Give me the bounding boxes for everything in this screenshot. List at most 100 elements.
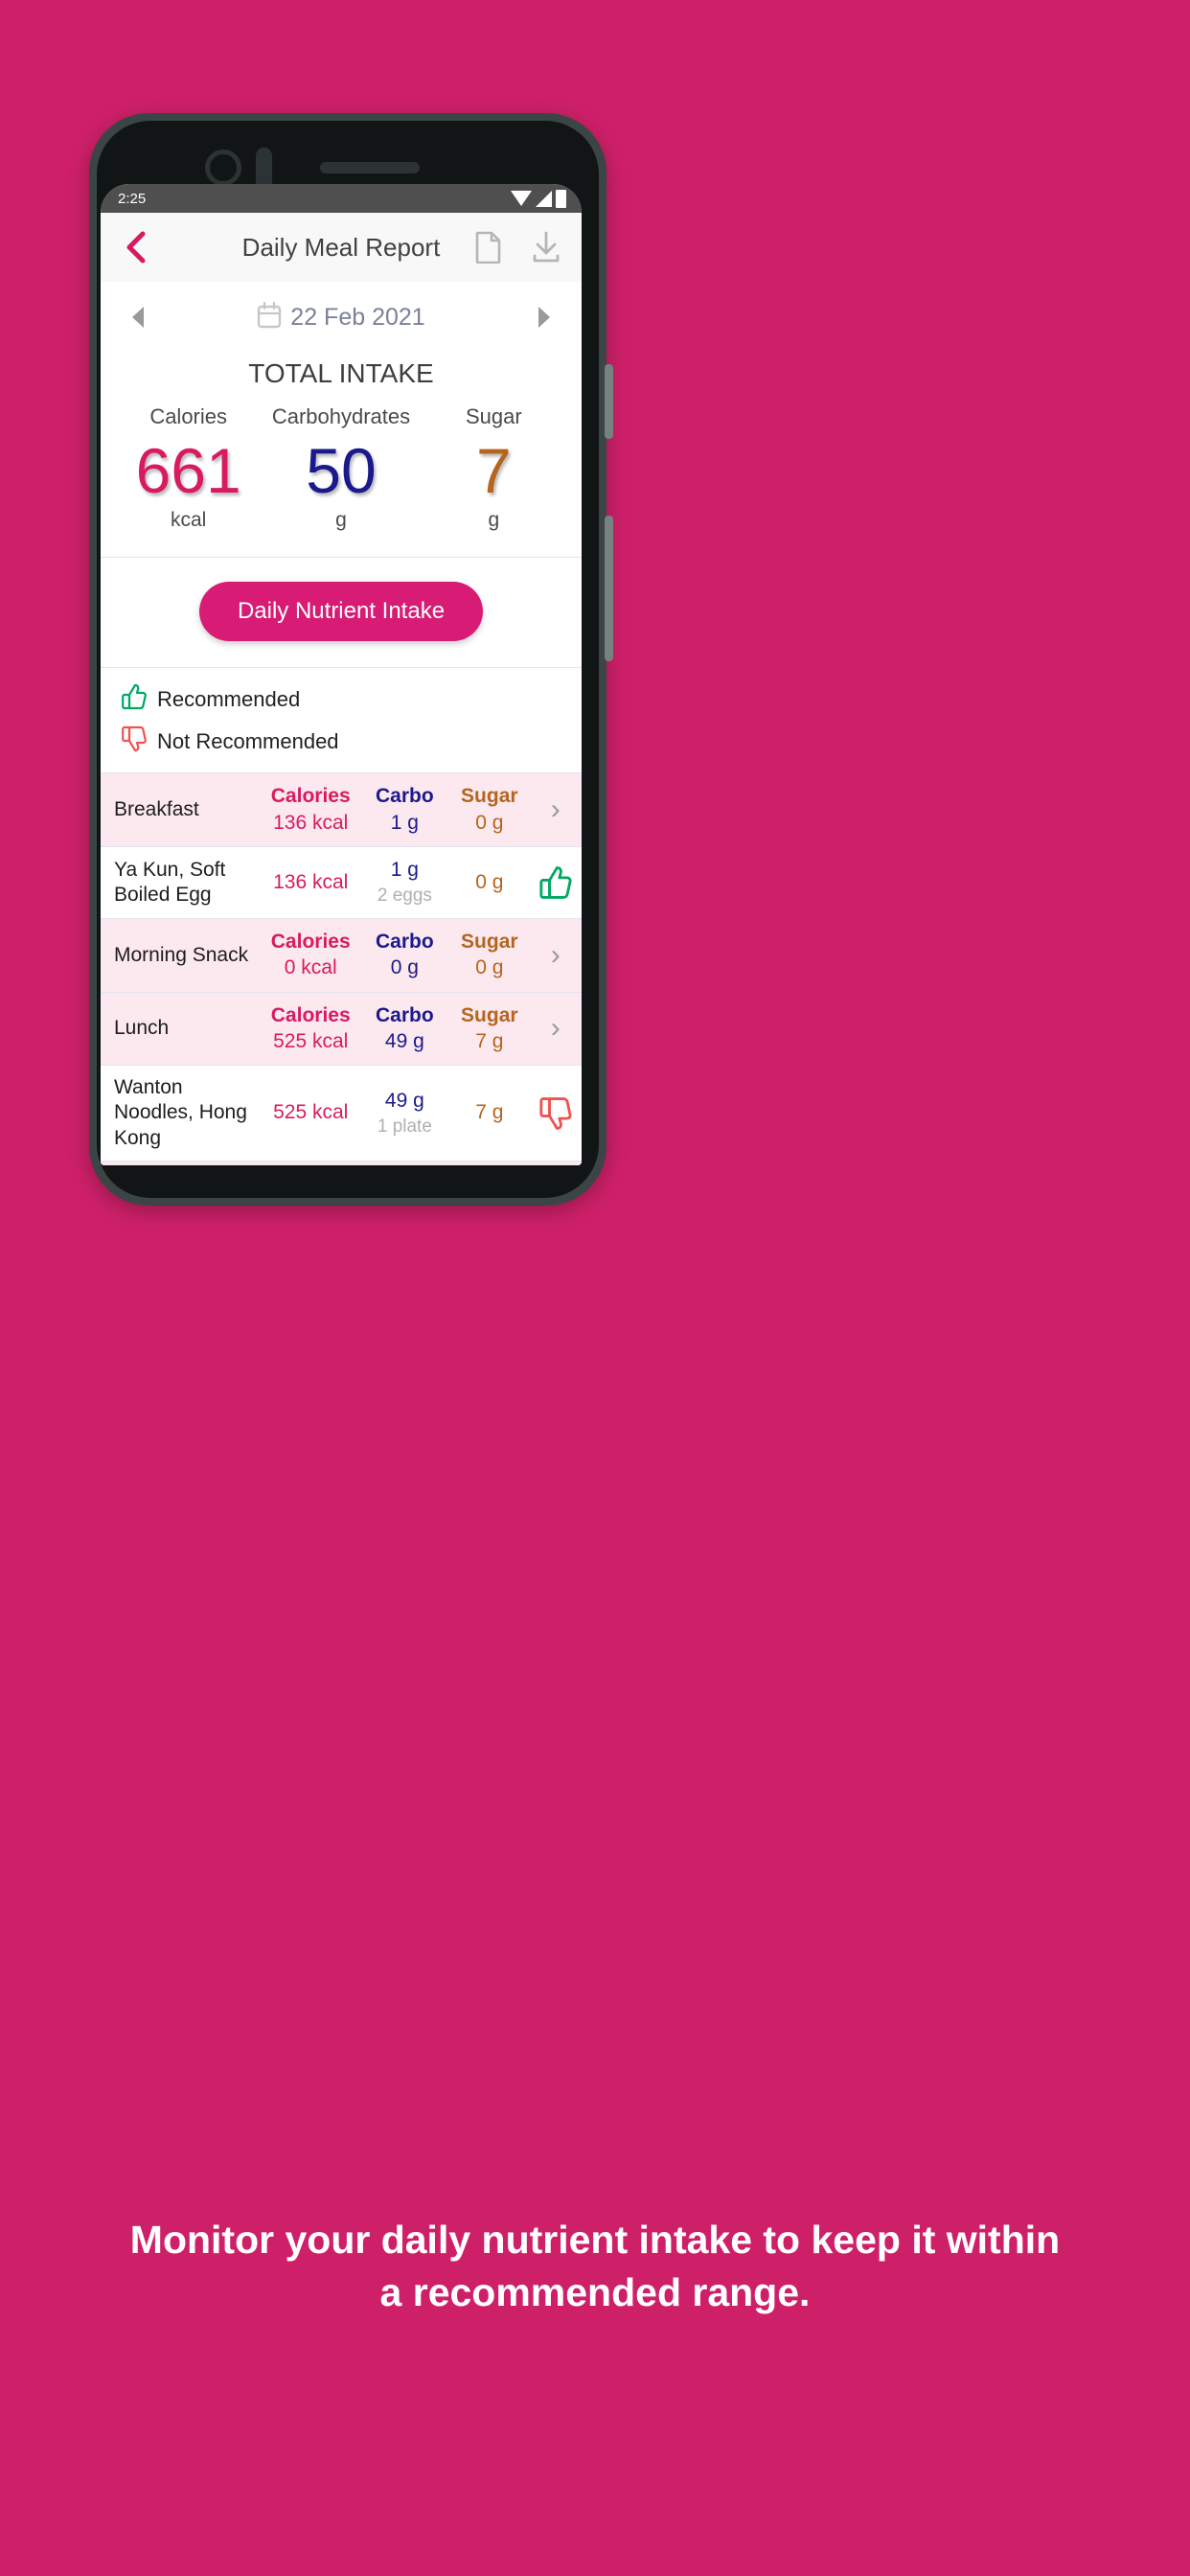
column-header-calories: Calories bbox=[270, 1003, 351, 1026]
meal-name: Breakfast bbox=[114, 797, 199, 820]
app-bar-actions bbox=[470, 229, 564, 265]
meal-calories-value: 0 kcal bbox=[284, 956, 337, 979]
food-name: Wanton Noodles, Hong Kong bbox=[114, 1076, 247, 1149]
meal-carbo-value: 1 g bbox=[390, 811, 419, 834]
food-sugar-value: 0 g bbox=[475, 870, 504, 893]
food-sugar-value: 7 g bbox=[475, 1101, 504, 1124]
food-calories: 136 kcal bbox=[262, 869, 360, 896]
stat-calories-value: 661 bbox=[135, 435, 241, 506]
calendar-icon bbox=[257, 301, 282, 334]
food-carbo: 49 g 1 plate bbox=[360, 1088, 449, 1139]
power-button[interactable] bbox=[605, 516, 613, 661]
stat-sugar-label: Sugar bbox=[465, 404, 522, 428]
food-calories-value: 136 kcal bbox=[273, 870, 349, 893]
stat-carbohydrates-label: Carbohydrates bbox=[271, 404, 411, 428]
food-carbo-value: 1 g bbox=[390, 858, 419, 881]
back-chevron-icon[interactable] bbox=[118, 230, 152, 264]
stat-carbohydrates: Carbohydrates 50 g bbox=[264, 404, 417, 532]
column-header-carbo: Carbo bbox=[376, 785, 434, 808]
table-row[interactable]: Breakfast Calories 136 kcal Carbo 1 g Su… bbox=[101, 772, 582, 846]
food-sugar: 0 g bbox=[449, 869, 530, 896]
thumbs-down-icon[interactable] bbox=[530, 1096, 582, 1131]
thumbs-up-icon[interactable] bbox=[530, 865, 582, 900]
meal-sugar-value: 0 g bbox=[475, 811, 504, 834]
signal-icon bbox=[536, 190, 552, 207]
legend: Recommended Not Recommended bbox=[101, 668, 582, 773]
stat-sugar-value: 7 bbox=[475, 435, 512, 506]
front-camera-icon bbox=[205, 150, 241, 186]
meal-calories: Calories 525 kcal bbox=[262, 1002, 360, 1056]
food-calories: 525 kcal bbox=[262, 1099, 360, 1126]
table-row[interactable]: Wanton Noodles, Hong Kong 525 kcal 49 g … bbox=[101, 1065, 582, 1161]
meal-calories-value: 136 kcal bbox=[273, 811, 349, 834]
meal-sugar: Sugar 0 g bbox=[449, 929, 530, 982]
column-header-sugar: Sugar bbox=[461, 785, 518, 808]
meal-name: Morning Snack bbox=[114, 943, 249, 966]
thumbs-up-icon bbox=[122, 683, 147, 715]
promo-caption: Monitor your daily nutrient intake to ke… bbox=[129, 2218, 1061, 2315]
meal-carbo: Carbo 0 g bbox=[360, 929, 449, 982]
status-bar: 2:25 bbox=[101, 184, 582, 213]
triangle-left-icon[interactable] bbox=[124, 303, 152, 332]
table-row[interactable]: Morning Snack Calories 0 kcal Carbo 0 g … bbox=[101, 917, 582, 992]
date-display[interactable]: 22 Feb 2021 bbox=[257, 301, 425, 334]
stat-sugar-unit: g bbox=[488, 509, 500, 532]
date-navigator: 22 Feb 2021 bbox=[101, 282, 582, 353]
daily-nutrient-intake-button[interactable]: Daily Nutrient Intake bbox=[198, 582, 484, 642]
chevron-right-icon[interactable]: › bbox=[530, 1014, 582, 1043]
legend-label-not-recommended: Not Recommended bbox=[157, 728, 339, 753]
column-header-sugar: Sugar bbox=[461, 930, 518, 953]
battery-icon bbox=[556, 189, 566, 208]
table-row[interactable]: Ya Kun, Soft Boiled Egg 136 kcal 1 g 2 e… bbox=[101, 845, 582, 918]
meal-calories: Calories 0 kcal bbox=[262, 929, 360, 982]
total-intake-title: TOTAL INTAKE bbox=[248, 358, 434, 388]
meal-table: Breakfast Calories 136 kcal Carbo 1 g Su… bbox=[101, 772, 582, 1165]
document-icon[interactable] bbox=[470, 229, 507, 265]
meal-calories-value: 525 kcal bbox=[273, 1029, 349, 1052]
volume-button[interactable] bbox=[605, 364, 613, 439]
wifi-icon bbox=[511, 191, 532, 206]
stat-calories: Calories 661 kcal bbox=[112, 404, 264, 532]
download-icon[interactable] bbox=[528, 229, 564, 265]
legend-item-not-recommended: Not Recommended bbox=[122, 725, 582, 757]
table-row[interactable]: Afternoon Snack Calories 0 kcal Carbo 0 … bbox=[101, 1160, 582, 1165]
total-intake-stats: Calories 661 kcal Carbohydrates 50 g Sug… bbox=[101, 404, 582, 557]
legend-item-recommended: Recommended bbox=[122, 683, 582, 715]
stat-carbohydrates-unit: g bbox=[335, 509, 347, 532]
column-header-calories: Calories bbox=[270, 930, 351, 953]
food-sugar: 7 g bbox=[449, 1099, 530, 1126]
column-header-calories: Calories bbox=[270, 785, 351, 808]
meal-sugar-value: 7 g bbox=[475, 1029, 504, 1052]
meal-carbo: Carbo 49 g bbox=[360, 1002, 449, 1056]
column-header-carbo: Carbo bbox=[376, 1003, 434, 1026]
app-screen: 2:25 Daily Meal Report 22 Feb 2021 TOTAL… bbox=[101, 184, 582, 1165]
chevron-right-icon[interactable]: › bbox=[530, 940, 582, 970]
table-row[interactable]: Lunch Calories 525 kcal Carbo 49 g Sugar… bbox=[101, 991, 582, 1066]
thumbs-down-icon bbox=[122, 725, 147, 757]
stat-calories-unit: kcal bbox=[170, 509, 207, 532]
food-carbo: 1 g 2 eggs bbox=[360, 857, 449, 908]
chevron-right-icon[interactable]: › bbox=[530, 795, 582, 824]
triangle-right-icon[interactable] bbox=[530, 303, 559, 332]
food-name: Ya Kun, Soft Boiled Egg bbox=[114, 858, 226, 906]
food-portion: 2 eggs bbox=[377, 886, 432, 907]
status-bar-icons bbox=[511, 189, 566, 208]
earpiece-speaker bbox=[320, 162, 420, 173]
meal-sugar: Sugar 0 g bbox=[449, 783, 530, 837]
app-bar: Daily Meal Report bbox=[101, 213, 582, 282]
column-header-carbo: Carbo bbox=[376, 930, 434, 953]
meal-name: Lunch bbox=[114, 1017, 170, 1040]
meal-carbo: Carbo 1 g bbox=[360, 783, 449, 837]
status-bar-time: 2:25 bbox=[118, 190, 147, 207]
food-calories-value: 525 kcal bbox=[273, 1101, 349, 1124]
meal-carbo-value: 49 g bbox=[384, 1029, 424, 1052]
stat-carbohydrates-value: 50 bbox=[306, 435, 377, 506]
food-carbo-value: 49 g bbox=[384, 1089, 424, 1112]
meal-sugar: Sugar 7 g bbox=[449, 1002, 530, 1056]
stat-calories-label: Calories bbox=[149, 404, 228, 428]
meal-carbo-value: 0 g bbox=[390, 956, 419, 979]
meal-sugar-value: 0 g bbox=[475, 956, 504, 979]
food-portion: 1 plate bbox=[377, 1116, 432, 1137]
cta-container: Daily Nutrient Intake bbox=[101, 558, 582, 668]
selected-date: 22 Feb 2021 bbox=[290, 303, 425, 331]
